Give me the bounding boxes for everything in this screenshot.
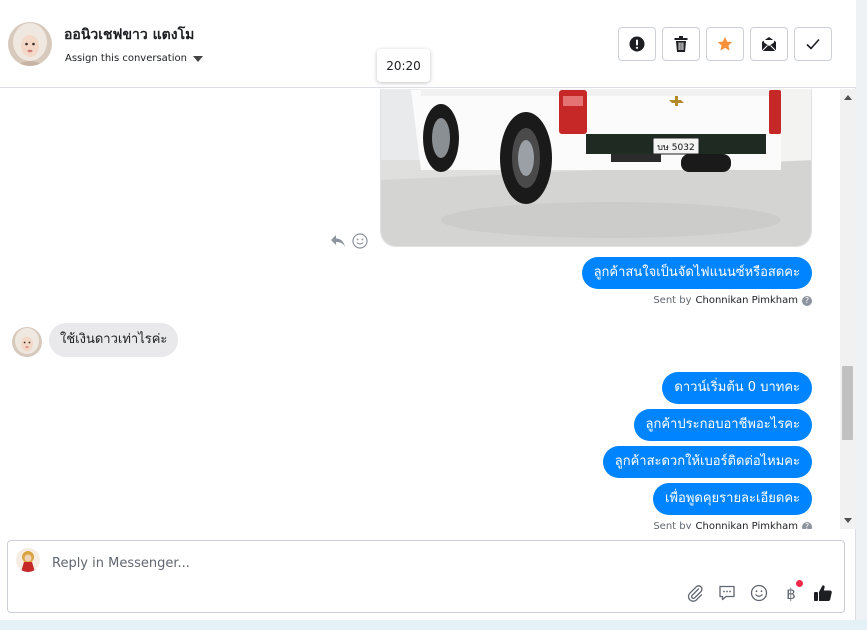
contact-avatar-small[interactable]	[12, 327, 42, 357]
baht-payment-icon: ฿	[786, 585, 796, 602]
sent-by-prefix: Sent by	[653, 521, 692, 529]
contact-avatar[interactable]	[8, 22, 52, 66]
trash-icon	[674, 36, 688, 52]
help-icon[interactable]: ?	[802, 295, 812, 306]
saved-replies-button[interactable]	[717, 583, 737, 603]
contact-name[interactable]: ออนิวเชฟขาว แตงโม	[64, 24, 194, 46]
saved-reply-icon	[719, 585, 735, 601]
delete-button[interactable]	[662, 27, 700, 61]
svg-text:฿: ฿	[786, 585, 796, 602]
assign-conversation-dropdown[interactable]: Assign this conversation	[65, 53, 203, 64]
messenger-conversation-panel: ออนิวเชฟขาว แตงโม Assign this conversati…	[0, 0, 856, 630]
emoji-button[interactable]	[749, 583, 769, 603]
message-photo-attachment[interactable]: บษ 5032	[380, 89, 812, 247]
help-icon[interactable]: ?	[802, 521, 812, 529]
reply-arrow-icon[interactable]	[330, 234, 346, 248]
page-avatar	[16, 548, 40, 572]
star-icon	[717, 36, 733, 51]
page-bottom-strip	[0, 620, 867, 630]
notification-dot	[796, 580, 803, 587]
checkmark-icon	[806, 38, 820, 50]
paperclip-icon	[687, 585, 703, 602]
sender-name: Chonnikan Pimkham	[695, 295, 798, 306]
caret-down-icon	[192, 55, 203, 62]
assign-label: Assign this conversation	[65, 53, 187, 64]
envelope-icon	[761, 37, 777, 52]
message-thread[interactable]: บษ 5032 ลูกค้าสนใจเป็นจัดไฟแนนซ์หรือสดคะ…	[0, 89, 840, 529]
emoji-icon	[750, 584, 768, 602]
payment-button[interactable]: ฿	[781, 580, 803, 603]
reply-input[interactable]	[52, 552, 652, 574]
send-like-button[interactable]	[813, 583, 833, 603]
outgoing-message[interactable]: ดาวน์เริ่มต้น 0 บาทคะ	[662, 372, 812, 404]
outgoing-message[interactable]: เพื่อพูดคุยรายละเอียดคะ	[653, 483, 812, 515]
timestamp-tooltip: 20:20	[377, 49, 430, 82]
sender-name: Chonnikan Pimkham	[695, 521, 798, 529]
sent-by-prefix: Sent by	[653, 295, 692, 306]
attach-file-button[interactable]	[685, 583, 705, 603]
license-plate-text: บษ 5032	[657, 143, 694, 153]
thumbs-up-icon	[814, 585, 832, 601]
reply-composer: ฿	[7, 540, 845, 613]
outgoing-message[interactable]: ลูกค้าสนใจเป็นจัดไฟแนนซ์หรือสดคะ	[581, 257, 812, 289]
conversation-actions	[618, 27, 832, 61]
mark-spam-button[interactable]	[618, 27, 656, 61]
message-hover-tools	[330, 233, 368, 249]
sent-by-label: Sent by Chonnikan Pimkham ?	[653, 295, 812, 306]
scroll-down-arrow-icon[interactable]	[844, 518, 852, 523]
outgoing-message[interactable]: ลูกค้าสะดวกให้เบอร์ติดต่อไหมคะ	[602, 446, 812, 478]
sent-by-label: Sent by Chonnikan Pimkham ?	[653, 521, 812, 529]
thread-scrollbar[interactable]	[840, 89, 856, 529]
incoming-message[interactable]: ใช้เงินดาวเท่าไรค่ะ	[49, 323, 179, 357]
outgoing-message[interactable]: ลูกค้าประกอบอาชีพอะไรคะ	[633, 409, 812, 441]
mark-unread-button[interactable]	[750, 27, 788, 61]
star-button[interactable]	[706, 27, 744, 61]
exclamation-circle-icon	[629, 36, 645, 52]
emoji-reaction-icon[interactable]	[352, 233, 368, 249]
mark-done-button[interactable]	[794, 27, 832, 61]
composer-toolbar: ฿	[685, 580, 833, 603]
scroll-up-arrow-icon[interactable]	[844, 95, 852, 100]
scrollbar-thumb[interactable]	[842, 366, 853, 440]
